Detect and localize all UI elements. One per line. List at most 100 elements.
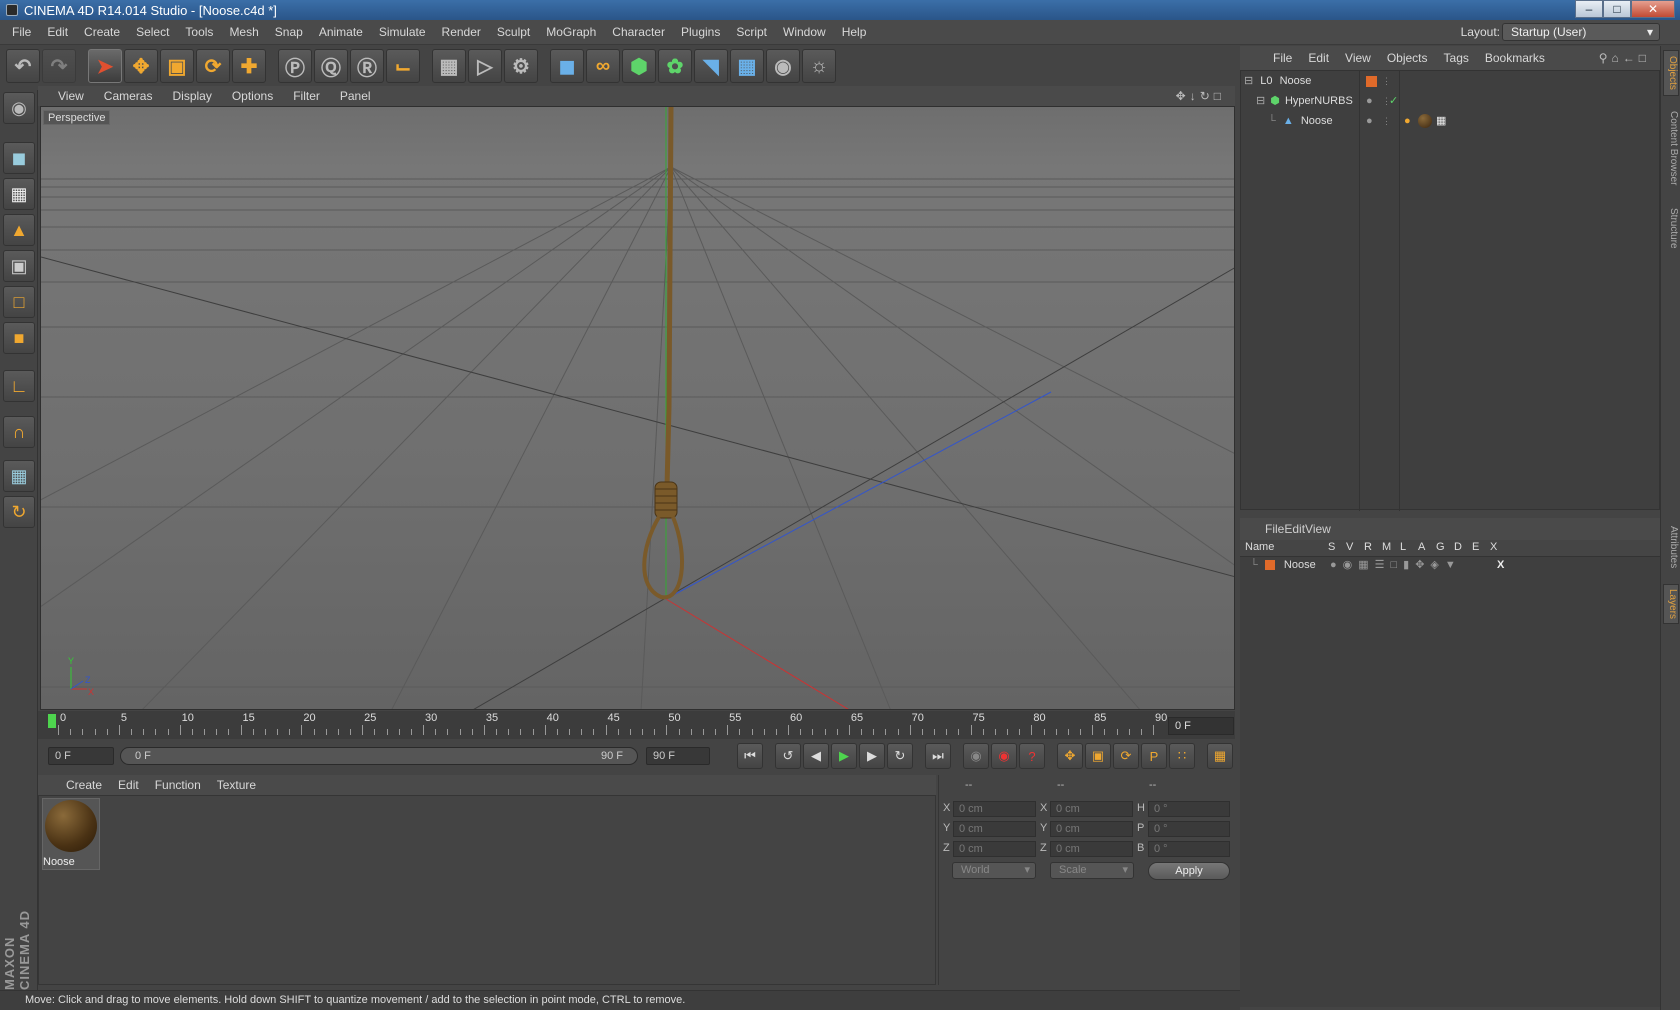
layer-col-r[interactable]: R <box>1364 541 1372 553</box>
tab-content-browser[interactable]: Content Browser <box>1663 102 1679 194</box>
x-axis-lock-button[interactable]: Ⓟ <box>278 49 312 83</box>
layer-row[interactable]: └ Noose ●◉▦☰□▮✥◈▼ X <box>1250 556 1650 575</box>
lm-menu-edit[interactable]: Edit <box>1284 522 1305 536</box>
viewport-menu-filter[interactable]: Filter <box>283 89 330 103</box>
layer-col-x[interactable]: X <box>1490 541 1497 553</box>
menu-window[interactable]: Window <box>775 25 834 39</box>
phong-tag-icon[interactable]: ● <box>1404 112 1411 131</box>
menu-edit[interactable]: Edit <box>39 25 76 39</box>
visibility-dot[interactable]: ● <box>1366 112 1373 131</box>
scale-tool-button[interactable]: ▣ <box>160 49 194 83</box>
current-frame-field[interactable]: 0 F <box>1168 717 1234 735</box>
viewport-menu-cameras[interactable]: Cameras <box>94 89 163 103</box>
layout-dropdown[interactable]: Startup (User) ▾ <box>1502 23 1660 41</box>
menu-simulate[interactable]: Simulate <box>371 25 434 39</box>
coord-size-x-field[interactable]: 0 cm <box>1050 801 1133 817</box>
viewport-menu-display[interactable]: Display <box>162 89 221 103</box>
menu-snap[interactable]: Snap <box>267 25 311 39</box>
uvw-tag-icon[interactable]: ▦ <box>1436 112 1446 131</box>
coord-space-dropdown[interactable]: World ▾ <box>952 862 1036 879</box>
keyframe-selection-button[interactable]: ? <box>1019 743 1045 769</box>
om-menu-file[interactable]: File <box>1265 51 1300 65</box>
start-frame-field[interactable]: 0 F <box>48 747 114 765</box>
previous-key-button[interactable]: ↺ <box>775 743 801 769</box>
record-scale-button[interactable]: ▣ <box>1085 743 1111 769</box>
menu-animate[interactable]: Animate <box>311 25 371 39</box>
record-rotation-button[interactable]: ⟳ <box>1113 743 1139 769</box>
viewport-menu-view[interactable]: View <box>48 89 94 103</box>
layer-col-s[interactable]: S <box>1328 541 1335 553</box>
camera-object-icon[interactable]: ◉ <box>766 49 800 83</box>
coord-pos-x-field[interactable]: 0 cm <box>953 801 1036 817</box>
lm-menu-view[interactable]: View <box>1305 522 1331 536</box>
viewport-nav-icons[interactable]: ✥↓↻□ <box>1176 89 1225 103</box>
menu-help[interactable]: Help <box>834 25 875 39</box>
magnet-snap-button[interactable]: ∩ <box>3 416 35 448</box>
layer-color-swatch[interactable] <box>1264 560 1275 571</box>
coord-size-y-field[interactable]: 0 cm <box>1050 821 1133 837</box>
viewport-menu-options[interactable]: Options <box>222 89 283 103</box>
frame-range-slider[interactable]: 0 F 90 F <box>120 747 638 765</box>
om-menu-view[interactable]: View <box>1337 51 1379 65</box>
tab-layers[interactable]: Layers <box>1663 584 1679 624</box>
menu-create[interactable]: Create <box>76 25 128 39</box>
material-tag-icon[interactable] <box>1418 114 1432 128</box>
maximize-button[interactable]: □ <box>1603 0 1631 18</box>
om-menu-tags[interactable]: Tags <box>1436 51 1477 65</box>
om-search-icon[interactable]: ⚲⌂←□ <box>1599 51 1650 65</box>
record-keys-button[interactable]: ◉ <box>963 743 989 769</box>
end-frame-field[interactable]: 90 F <box>646 747 710 765</box>
layer-color-tag[interactable] <box>1366 76 1377 87</box>
menu-mograph[interactable]: MoGraph <box>538 25 604 39</box>
menu-render[interactable]: Render <box>434 25 489 39</box>
record-position-button[interactable]: ✥ <box>1057 743 1083 769</box>
render-view-button[interactable]: ▦ <box>432 49 466 83</box>
play-button[interactable]: ▶ <box>831 743 857 769</box>
layer-flag-icons[interactable]: ●◉▦☰□▮✥◈▼ <box>1330 556 1462 575</box>
menu-file[interactable]: File <box>4 25 39 39</box>
object-row[interactable]: ⊟ L0 Noose ⋮ <box>1244 72 1658 91</box>
coord-rot-p-field[interactable]: 0 ° <box>1148 821 1230 837</box>
material-menu-texture[interactable]: Texture <box>209 778 264 792</box>
floor-object-icon[interactable]: ▦ <box>730 49 764 83</box>
tab-structure[interactable]: Structure <box>1663 202 1679 254</box>
layer-col-l[interactable]: L <box>1400 541 1406 553</box>
menu-character[interactable]: Character <box>604 25 673 39</box>
apply-button[interactable]: Apply <box>1148 862 1230 880</box>
visibility-dots[interactable]: ⋮ <box>1382 72 1391 91</box>
move-tool-button[interactable]: ✥ <box>124 49 158 83</box>
menu-tools[interactable]: Tools <box>177 25 221 39</box>
close-button[interactable]: ✕ <box>1631 0 1675 18</box>
layer-col-a[interactable]: A <box>1418 541 1425 553</box>
layer-col-g[interactable]: G <box>1436 541 1445 553</box>
texture-mode-button[interactable]: ▦ <box>3 178 35 210</box>
render-picture-viewer-button[interactable]: ▷ <box>468 49 502 83</box>
next-key-button[interactable]: ↻ <box>887 743 913 769</box>
expand-icon[interactable]: ⊟ <box>1244 75 1253 87</box>
workplane-lock-button[interactable]: ▦ <box>3 460 35 492</box>
material-menu-edit[interactable]: Edit <box>110 778 147 792</box>
coord-rot-b-field[interactable]: 0 ° <box>1148 841 1230 857</box>
layer-col-name[interactable]: Name <box>1245 541 1274 553</box>
visibility-dots[interactable]: ⋮ <box>1382 112 1391 131</box>
add-tool-button[interactable]: ✚ <box>232 49 266 83</box>
coordinate-system-button[interactable]: ⌙ <box>386 49 420 83</box>
coord-pos-y-field[interactable]: 0 cm <box>953 821 1036 837</box>
coord-mode-dropdown[interactable]: Scale ▾ <box>1050 862 1134 879</box>
object-row[interactable]: ⊟ ⬢ HyperNURBS ● ⋮ ✓ <box>1256 92 1658 111</box>
deformer-icon[interactable]: ◥ <box>694 49 728 83</box>
rotate-tool-button[interactable]: ⟳ <box>196 49 230 83</box>
live-selection-button[interactable]: ➤ <box>88 49 122 83</box>
workplane-mode-button[interactable]: ▲ <box>3 214 35 246</box>
model-mode-button[interactable]: ◼ <box>3 142 35 174</box>
axis-mode-button[interactable]: ∟ <box>3 370 35 402</box>
minimize-button[interactable]: – <box>1575 0 1603 18</box>
perspective-viewport[interactable]: Y Z X <box>40 106 1235 710</box>
menu-script[interactable]: Script <box>728 25 775 39</box>
y-axis-lock-button[interactable]: Ⓠ <box>314 49 348 83</box>
om-menu-edit[interactable]: Edit <box>1300 51 1337 65</box>
material-menu-create[interactable]: Create <box>58 778 110 792</box>
menu-mesh[interactable]: Mesh <box>221 25 266 39</box>
mograph-cloner-icon[interactable]: ✿ <box>658 49 692 83</box>
coord-rot-h-field[interactable]: 0 ° <box>1148 801 1230 817</box>
